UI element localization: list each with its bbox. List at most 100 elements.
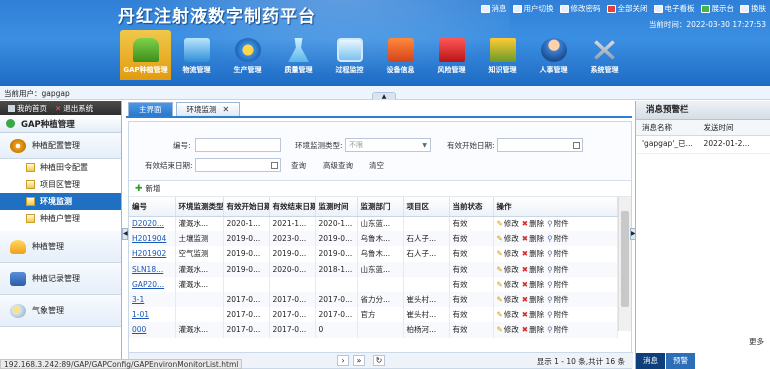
collapse-header-button[interactable]: ▲	[372, 92, 396, 100]
page-last-button[interactable]: »	[353, 355, 365, 366]
table-row[interactable]: H201904 土壤监测 2019-0... 2023-0... 2019-0... 乌鲁…	[129, 231, 618, 247]
nav-quality[interactable]: 质量管理	[273, 30, 324, 80]
delete-button[interactable]: ✖ 删除	[522, 218, 544, 229]
sidebar-group-weather[interactable]: 气象管理	[0, 295, 121, 327]
attachment-button[interactable]: ⚲ 附件	[547, 248, 569, 259]
record-code-link[interactable]: 3-1	[129, 291, 176, 308]
nav-risk[interactable]: 风险管理	[426, 30, 477, 80]
sidebar-group-records[interactable]: 种植记录管理	[0, 263, 121, 295]
nav-equipment[interactable]: 设备信息	[375, 30, 426, 80]
table-cell: 柏杨河...	[403, 322, 450, 338]
sidebar-section-gap[interactable]: GAP种植管理	[0, 115, 121, 133]
record-code-link[interactable]: 1-01	[129, 307, 176, 323]
top-link-change-password[interactable]: 修改密码	[559, 3, 601, 14]
table-row[interactable]: D2020... 灌溉水... 2020-1... 2021-1... 2020-1..…	[129, 216, 618, 232]
edit-button[interactable]: ✎ 修改	[497, 218, 519, 229]
table-row[interactable]: 1-01 2017-0... 2017-0... 2017-0... 官方 崔头村... 有…	[129, 307, 618, 323]
delete-button[interactable]: ✖ 删除	[522, 264, 544, 275]
record-code-link[interactable]: GAP20...	[129, 276, 176, 292]
column-header[interactable]: 监测时间	[315, 197, 358, 217]
clear-button[interactable]: 清空	[369, 160, 384, 171]
sidebar-item-project-area[interactable]: 项目区管理	[0, 176, 121, 193]
tab-env-monitor[interactable]: 环境监测 ✕	[175, 102, 241, 116]
record-code-link[interactable]: H201902	[129, 246, 176, 262]
table-row[interactable]: 000 灌溉水... 2017-0... 2017-0... 0 柏杨河... 有效 ✎ 修改 ✖…	[129, 322, 618, 338]
nav-gap-planting[interactable]: GAP种植管理	[120, 30, 171, 80]
delete-button[interactable]: ✖ 删除	[522, 294, 544, 305]
page-next-button[interactable]: ›	[337, 355, 349, 366]
sidebar-group-planting[interactable]: 种植管理	[0, 231, 121, 263]
delete-button[interactable]: ✖ 删除	[522, 248, 544, 259]
tab-messages[interactable]: 消息	[636, 353, 666, 369]
top-link-dashboard[interactable]: 电子看板	[653, 3, 695, 14]
column-header[interactable]: 有效开始日期	[223, 197, 270, 217]
edit-button[interactable]: ✎ 修改	[497, 324, 519, 335]
query-button[interactable]: 查询	[291, 160, 306, 171]
logout-link[interactable]: ✕ 退出系统	[55, 103, 93, 114]
column-header[interactable]: 监测部门	[357, 197, 404, 217]
attachment-button[interactable]: ⚲ 附件	[547, 264, 569, 275]
edit-button[interactable]: ✎ 修改	[497, 264, 519, 275]
record-code-link[interactable]: H201904	[129, 231, 176, 247]
nav-process-monitor[interactable]: 过程监控	[324, 30, 375, 80]
attachment-button[interactable]: ⚲ 附件	[547, 324, 569, 335]
start-date-input[interactable]	[497, 138, 583, 152]
vertical-scrollbar[interactable]	[618, 197, 631, 331]
sidebar-item-growers[interactable]: 种植户管理	[0, 210, 121, 227]
column-header[interactable]: 操作	[493, 197, 618, 217]
attachment-button[interactable]: ⚲ 附件	[547, 233, 569, 244]
table-row[interactable]: SLN18... 灌溉水... 2019-0... 2020-0... 2018-1..…	[129, 261, 618, 277]
top-link-message[interactable]: 消息	[480, 3, 507, 14]
refresh-button[interactable]: ↻	[373, 355, 385, 366]
tab-main[interactable]: 主界面	[128, 102, 173, 116]
advanced-query-button[interactable]: 高级查询	[323, 160, 353, 171]
edit-button[interactable]: ✎ 修改	[497, 294, 519, 305]
column-header[interactable]: 当前状态	[449, 197, 494, 217]
column-header[interactable]: 项目区	[403, 197, 450, 217]
delete-button[interactable]: ✖ 删除	[522, 324, 544, 335]
nav-logistics[interactable]: 物流管理	[171, 30, 222, 80]
nav-system[interactable]: 系统管理	[579, 30, 630, 80]
nav-hr[interactable]: 人事管理	[528, 30, 579, 80]
top-link-skin[interactable]: 换肤	[740, 3, 766, 14]
edit-button[interactable]: ✎ 修改	[497, 279, 519, 290]
column-header[interactable]: 有效结束日期	[269, 197, 316, 217]
top-link-showcase[interactable]: 展示台	[700, 3, 734, 14]
delete-button[interactable]: ✖ 删除	[522, 279, 544, 290]
add-button[interactable]: 新增	[146, 183, 161, 194]
end-date-input[interactable]	[195, 158, 281, 172]
close-tab-icon[interactable]: ✕	[223, 105, 230, 114]
type-select[interactable]: 不限 ▼	[345, 138, 431, 152]
attachment-button[interactable]: ⚲ 附件	[547, 309, 569, 320]
delete-button[interactable]: ✖ 删除	[522, 309, 544, 320]
column-header[interactable]: 环境监测类型	[175, 197, 224, 217]
edit-button[interactable]: ✎ 修改	[497, 309, 519, 320]
nav-knowledge[interactable]: 知识管理	[477, 30, 528, 80]
table-row[interactable]: GAP20... 灌溉水... 有效 ✎ 修改 ✖ 删除 ⚲ 附件	[129, 276, 618, 292]
table-row[interactable]: H201902 空气监测 2019-0... 2019-0... 2019-0... 乌鲁…	[129, 246, 618, 262]
tab-alerts[interactable]: 预警	[666, 353, 696, 369]
sidebar-group-config[interactable]: 种植配置管理	[0, 133, 121, 159]
record-code-link[interactable]: D2020...	[129, 216, 176, 232]
scrollbar-thumb[interactable]	[621, 211, 629, 307]
sidebar-item-env-monitor[interactable]: 环境监测	[0, 193, 121, 210]
column-header[interactable]: 编号	[129, 197, 176, 217]
attachment-button[interactable]: ⚲ 附件	[547, 294, 569, 305]
delete-button[interactable]: ✖ 删除	[522, 233, 544, 244]
edit-button[interactable]: ✎ 修改	[497, 233, 519, 244]
home-link[interactable]: 我的首页	[8, 103, 47, 114]
record-code-link[interactable]: SLN18...	[129, 261, 176, 277]
record-code-link[interactable]: 000	[129, 322, 176, 338]
top-link-switch-user[interactable]: 用户切换	[512, 3, 554, 14]
edit-button[interactable]: ✎ 修改	[497, 248, 519, 259]
sidebar-item-planting-order[interactable]: 种植田令配置	[0, 159, 121, 176]
nav-production[interactable]: 生产管理	[222, 30, 273, 80]
pencil-icon: ✎	[496, 219, 503, 229]
top-link-close-all[interactable]: 全部关闭	[606, 3, 648, 14]
more-link[interactable]: 更多	[749, 336, 764, 347]
message-row[interactable]: 'gapgap'_已... 2022-01-2...	[636, 136, 770, 154]
table-row[interactable]: 3-1 2017-0... 2017-0... 2017-0... 省力分... 崔头村.…	[129, 291, 618, 308]
attachment-button[interactable]: ⚲ 附件	[547, 218, 569, 229]
attachment-button[interactable]: ⚲ 附件	[547, 279, 569, 290]
code-input[interactable]	[195, 138, 281, 152]
